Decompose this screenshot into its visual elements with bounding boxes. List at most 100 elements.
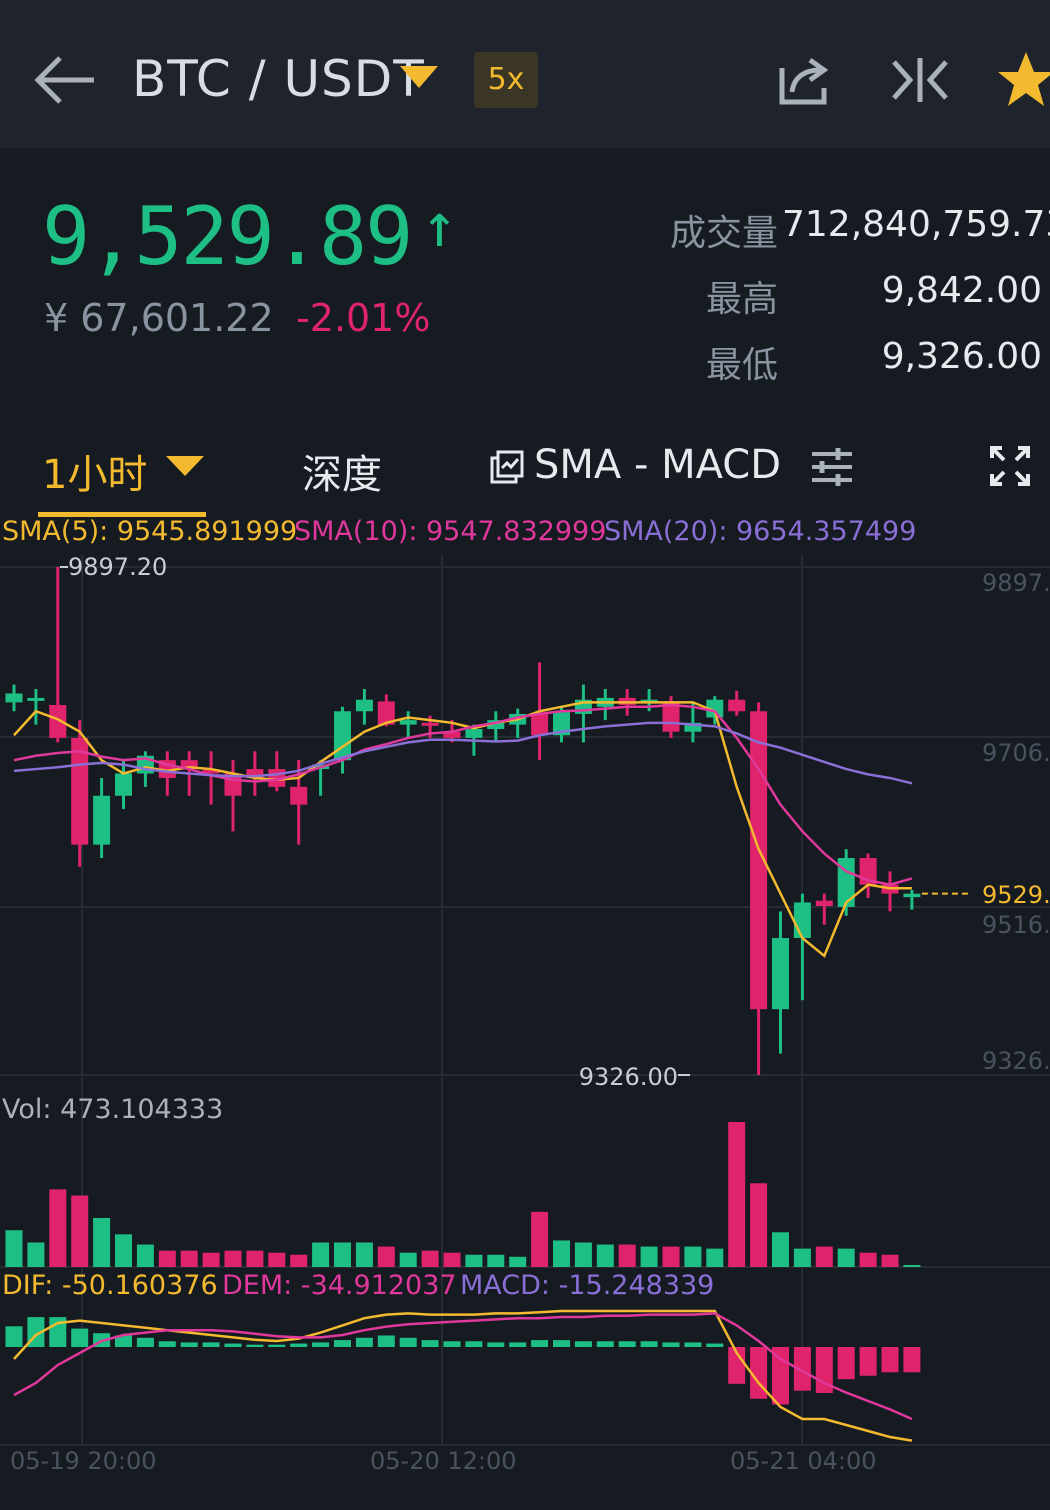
volume-bar [706,1248,724,1267]
volume-bar [772,1232,789,1267]
max-price-marker: 9897.20 [68,555,167,581]
settings-sliders-icon[interactable] [810,446,854,488]
candle-body [27,697,45,701]
macd-bar [487,1342,505,1347]
macd-bar [640,1341,658,1347]
indicator-icon[interactable] [490,450,524,484]
macd-bar [136,1337,154,1347]
volume-bar [246,1250,264,1267]
price-up-arrow-icon: ↑ [421,191,457,261]
last-price-axis-label: 9529. [982,881,1050,909]
chart-labels: 9897.20 9326.00 9897. 9706. 9516. 9326. 9529. 0… [10,555,1050,1475]
dropdown-caret-icon[interactable] [400,66,440,90]
change-percent: -2.01% [296,296,431,340]
sma20-line [13,721,913,785]
volume-bar [684,1246,702,1267]
macd-bar [290,1343,308,1347]
back-arrow-icon[interactable] [32,52,98,108]
axis-label: 9326. [982,1047,1050,1075]
fullscreen-icon[interactable] [990,446,1030,486]
candle-body [399,720,417,725]
time-label: 05-19 20:00 [10,1447,157,1475]
volume-bar [465,1254,483,1267]
volume-bar [115,1234,132,1267]
candle-body [531,713,549,736]
volume-bar [334,1242,351,1267]
leverage-badge[interactable]: 5x [474,52,538,108]
macd-bar [859,1347,877,1376]
macd-bar [180,1342,198,1347]
low-label: 最低 [705,345,778,386]
volume-bar [290,1254,308,1267]
volume-bar [596,1244,614,1267]
volume-bar [793,1248,811,1267]
volume-bar [815,1246,833,1267]
sma10-line [13,703,913,886]
candle-body [355,699,373,712]
candles-group [5,567,921,1075]
volume-bar [5,1230,23,1267]
macd-bar [509,1342,527,1347]
volume-bar [574,1242,592,1267]
volume-bar [837,1248,855,1267]
volume-bar [903,1264,921,1267]
macd-bar [377,1335,395,1347]
candle-body [115,773,132,796]
volume-bar [399,1252,417,1267]
cny-price: ¥ 67,601.22 [44,296,274,340]
macd-bar [71,1328,89,1347]
volume-bar [27,1242,45,1267]
high-value: 9,842.00 [881,270,1042,311]
volume-bar [640,1246,658,1267]
macd-bar [574,1341,592,1347]
volume-bar [662,1246,680,1267]
candle-body [5,693,23,703]
volume-bar [728,1122,746,1267]
axis-label: 9516. [982,911,1050,939]
tab-indicators[interactable]: SMA - MACD [534,442,781,488]
candle-body [93,795,111,845]
pair-title[interactable]: BTC / USDT [132,50,425,108]
share-icon[interactable] [778,54,834,106]
macd-bar [355,1337,373,1347]
volume-bar [377,1246,395,1267]
volume-bar [487,1254,505,1267]
sma-lines [13,701,913,958]
sma20-legend: SMA(20): 9654.357499 [604,516,917,547]
sma10-legend: SMA(10): 9547.832999 [294,516,607,547]
collapse-icon[interactable] [890,56,950,104]
candle-body [903,893,921,898]
volume-bar [531,1211,549,1267]
macd-bar [246,1344,264,1347]
macd-bar [443,1341,461,1347]
volume-bar [93,1217,111,1267]
dem-label: DEM: -34.912037 [222,1270,457,1301]
macd-bar [202,1342,220,1347]
macd-bar [662,1342,680,1347]
volume-bar [443,1252,461,1267]
volume-value: 712,840,759.73 [782,204,1050,245]
star-icon[interactable] [998,50,1050,110]
volume-bar [224,1250,242,1267]
macd-bar [903,1347,921,1373]
macd-bar [224,1343,242,1347]
volume-label: Vol: 473.104333 [2,1094,224,1125]
min-price-marker: 9326.00 [579,1063,678,1091]
interval-caret-icon[interactable] [166,456,206,480]
macd-bar [837,1347,855,1380]
volume-bar [312,1242,330,1267]
candle-body [815,900,833,907]
volume-bar [136,1244,154,1267]
volume-bar [750,1183,768,1267]
candle-body [465,729,483,738]
candle-body [772,938,789,1010]
volume-bar [268,1252,286,1267]
volume-bar [421,1250,439,1267]
tab-interval[interactable]: 1小时 [42,442,147,500]
volume-bar [859,1252,877,1267]
tab-depth[interactable]: 深度 [302,442,382,500]
macd-bar [553,1340,570,1347]
low-value: 9,326.00 [881,336,1042,377]
macd-bar [596,1341,614,1347]
price-chart[interactable]: 9897.20 9326.00 9897. 9706. 9516. 9326. 9529. 0… [0,555,1050,1510]
